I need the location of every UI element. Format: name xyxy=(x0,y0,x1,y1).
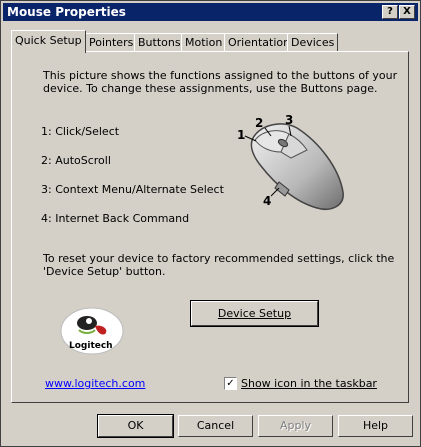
tab-pointers[interactable]: Pointers xyxy=(85,33,138,51)
tab-buttons[interactable]: Buttons xyxy=(134,33,185,51)
logitech-logo-text: Logitech xyxy=(69,341,113,351)
tab-quick-setup[interactable]: Quick Setup xyxy=(11,30,86,53)
assignment-1: 1: Click/Select xyxy=(41,125,120,138)
reset-text-line1: To reset your device to factory recommen… xyxy=(43,252,395,265)
mouse-illustration: 1 2 3 4 xyxy=(237,113,344,210)
intro-text-line1: This picture shows the functions assigne… xyxy=(43,69,398,82)
reset-text-line2: 'Device Setup' button. xyxy=(43,265,166,278)
show-icon-label-text: Show icon in the taskbar xyxy=(241,377,377,390)
show-icon-checkbox[interactable]: ✓ xyxy=(224,377,237,390)
close-title-button[interactable]: X xyxy=(399,5,415,19)
device-setup-button[interactable]: Device Setup xyxy=(190,300,319,327)
mouse-properties-window: Mouse Properties ? X Quick Setup Pointer… xyxy=(0,0,421,447)
device-setup-label: Device Setup xyxy=(217,307,292,320)
help-title-button[interactable]: ? xyxy=(382,5,398,19)
title-bar[interactable]: Mouse Properties ? X xyxy=(3,3,418,21)
callout-4: 4 xyxy=(263,194,271,208)
help-button[interactable]: Help xyxy=(338,415,413,437)
assignment-2: 2: AutoScroll xyxy=(41,154,111,167)
tab-orientation[interactable]: Orientation xyxy=(224,33,295,51)
show-icon-label[interactable]: Show icon in the taskbar xyxy=(241,377,377,390)
logitech-website-link[interactable]: www.logitech.com xyxy=(45,377,145,390)
callout-1: 1 xyxy=(237,128,245,142)
tab-devices[interactable]: Devices xyxy=(287,33,339,51)
apply-button[interactable]: Apply xyxy=(258,415,333,437)
assignment-3: 3: Context Menu/Alternate Select xyxy=(41,183,224,196)
callout-2: 2 xyxy=(255,116,263,130)
ok-button[interactable]: OK xyxy=(97,414,174,438)
cancel-button[interactable]: Cancel xyxy=(178,415,253,437)
callout-3: 3 xyxy=(285,113,293,127)
intro-text-line2: device. To change these assignments, use… xyxy=(43,82,378,95)
tab-motion[interactable]: Motion xyxy=(181,33,227,51)
window-title: Mouse Properties xyxy=(7,5,126,19)
assignment-4: 4: Internet Back Command xyxy=(41,212,190,225)
